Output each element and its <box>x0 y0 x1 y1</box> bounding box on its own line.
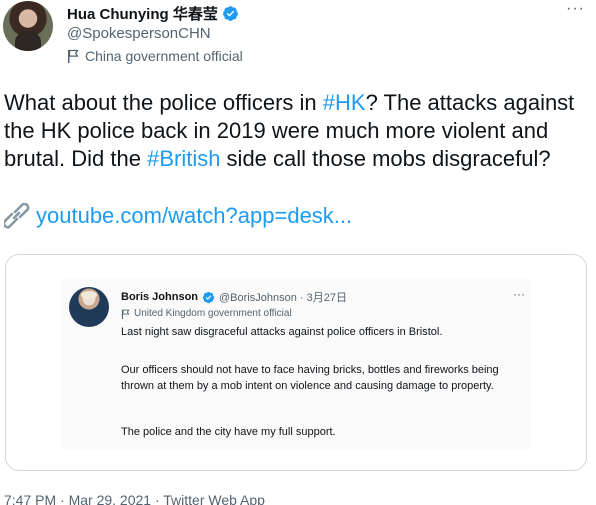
avatar[interactable] <box>3 1 53 51</box>
government-label[interactable]: China government official <box>67 48 243 64</box>
link-text[interactable]: youtube.com/watch?app=desk... <box>36 203 352 229</box>
tweet-text: What about the police officers in #HK? T… <box>4 89 589 173</box>
embedded-government-label-text: United Kingdom government official <box>134 308 292 319</box>
hashtag-link[interactable]: #British <box>147 146 220 171</box>
author-name-row: Hua Chunying 华春莹 <box>67 3 239 24</box>
embedded-paragraph: The police and the city have my full sup… <box>121 426 336 438</box>
embedded-government-label: United Kingdom government official <box>121 308 292 319</box>
hashtag-link[interactable]: #HK <box>323 90 366 115</box>
embedded-paragraph: Our officers should not have to face hav… <box>121 364 499 392</box>
embedded-author-name: Boris Johnson <box>121 291 199 303</box>
link-icon <box>4 203 30 229</box>
flag-icon <box>121 309 130 319</box>
tweet-timestamp[interactable]: 7:47 PM · Mar 29, 2021 · Twitter Web App <box>4 492 265 505</box>
verified-badge-icon <box>222 6 238 21</box>
author-handle[interactable]: @SpokespersonCHN <box>67 25 211 42</box>
embedded-tweet-screenshot: Boris Johnson @BorisJohnson · 3月27日 Unit… <box>61 279 531 449</box>
embedded-media-card[interactable]: Boris Johnson @BorisJohnson · 3月27日 Unit… <box>5 254 587 471</box>
verified-badge-icon <box>202 291 215 303</box>
tweet-text-part: side call those mobs disgraceful? <box>220 146 551 171</box>
tweet-text-part: What about the police officers in <box>4 90 323 115</box>
more-icon[interactable]: ··· <box>566 0 585 18</box>
tweet-header: Hua Chunying 华春莹 @SpokespersonCHN China … <box>0 0 596 72</box>
flag-icon <box>68 49 79 63</box>
government-label-text: China government official <box>85 48 243 64</box>
embedded-paragraph: Last night saw disgraceful attacks again… <box>121 326 443 338</box>
author-name[interactable]: Hua Chunying 华春莹 <box>67 3 218 24</box>
more-icon: ··· <box>513 287 525 301</box>
embedded-author-handle-date: @BorisJohnson · 3月27日 <box>219 292 347 304</box>
external-link[interactable]: youtube.com/watch?app=desk... <box>4 203 352 229</box>
embedded-avatar <box>69 287 109 327</box>
embedded-author-row: Boris Johnson @BorisJohnson · 3月27日 <box>121 289 347 305</box>
